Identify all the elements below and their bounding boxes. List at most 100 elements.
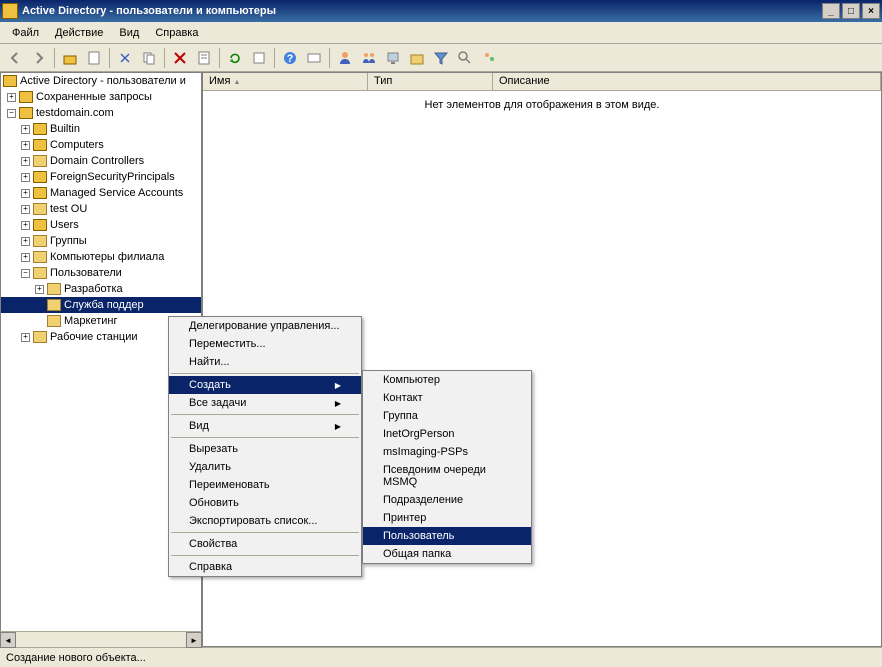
tree-computers[interactable]: +Computers	[1, 137, 201, 153]
titlebar: Active Directory - пользователи и компью…	[0, 0, 882, 22]
svg-text:?: ?	[287, 53, 294, 65]
expander-icon[interactable]: +	[35, 285, 44, 294]
ctx-export[interactable]: Экспортировать список...	[169, 512, 361, 530]
menu-file[interactable]: Файл	[4, 25, 47, 41]
menu-help[interactable]: Справка	[147, 25, 206, 41]
ctx-alltasks[interactable]: Все задачи▶	[169, 394, 361, 412]
col-type[interactable]: Тип	[368, 73, 493, 90]
statusbar: Создание нового объекта...	[0, 647, 882, 667]
menubar: Файл Действие Вид Справка	[0, 22, 882, 44]
window-title: Active Directory - пользователи и компью…	[22, 5, 820, 17]
expander-icon[interactable]: +	[21, 333, 30, 342]
ou-icon[interactable]	[406, 47, 428, 69]
expander-icon[interactable]: +	[7, 93, 16, 102]
close-button[interactable]: ×	[862, 3, 880, 19]
list-header: Имя ▲ Тип Описание	[203, 73, 881, 91]
tree-users[interactable]: +Users	[1, 217, 201, 233]
last-icon[interactable]	[478, 47, 500, 69]
cut-button[interactable]	[114, 47, 136, 69]
export-button[interactable]	[248, 47, 270, 69]
properties-button[interactable]	[83, 47, 105, 69]
props-button[interactable]	[193, 47, 215, 69]
sub-msimaging[interactable]: msImaging-PSPs	[363, 443, 531, 461]
expander-icon[interactable]: +	[21, 189, 30, 198]
app-icon	[2, 3, 18, 19]
tree-fsp[interactable]: +ForeignSecurityPrincipals	[1, 169, 201, 185]
sub-user[interactable]: Пользователь	[363, 527, 531, 545]
ctx-properties[interactable]: Свойства	[169, 535, 361, 553]
refresh-button[interactable]	[224, 47, 246, 69]
expander-icon[interactable]: +	[21, 205, 30, 214]
expander-icon[interactable]: +	[21, 125, 30, 134]
empty-message: Нет элементов для отображения в этом вид…	[203, 91, 881, 111]
col-name[interactable]: Имя ▲	[203, 73, 368, 90]
ctx-rename[interactable]: Переименовать	[169, 476, 361, 494]
sub-contact[interactable]: Контакт	[363, 389, 531, 407]
tree-domain-controllers[interactable]: +Domain Controllers	[1, 153, 201, 169]
expander-icon[interactable]: +	[21, 141, 30, 150]
expander-icon[interactable]: +	[21, 253, 30, 262]
toolbar: ?	[0, 44, 882, 72]
expander-icon[interactable]: −	[7, 109, 16, 118]
ctx-find[interactable]: Найти...	[169, 353, 361, 371]
menu-view[interactable]: Вид	[111, 25, 147, 41]
chevron-right-icon: ▶	[335, 381, 341, 390]
sub-computer[interactable]: Компьютер	[363, 371, 531, 389]
filter-icon[interactable]	[430, 47, 452, 69]
sub-shared[interactable]: Общая папка	[363, 545, 531, 563]
ctx-create[interactable]: Создать▶	[169, 376, 361, 394]
menu-action[interactable]: Действие	[47, 25, 111, 41]
user-icon[interactable]	[334, 47, 356, 69]
expander-icon[interactable]: +	[21, 237, 30, 246]
sub-printer[interactable]: Принтер	[363, 509, 531, 527]
sub-ou[interactable]: Подразделение	[363, 491, 531, 509]
sub-msmq[interactable]: Псевдоним очереди MSMQ	[363, 461, 531, 491]
chevron-right-icon: ▶	[335, 399, 341, 408]
expander-icon[interactable]: +	[21, 221, 30, 230]
tree-branch-computers[interactable]: +Компьютеры филиала	[1, 249, 201, 265]
maximize-button[interactable]: □	[842, 3, 860, 19]
ctx-delegate[interactable]: Делегирование управления...	[169, 317, 361, 335]
copy-button[interactable]	[138, 47, 160, 69]
help-button[interactable]: ?	[279, 47, 301, 69]
scroll-left-button[interactable]: ◄	[0, 632, 16, 648]
search-icon[interactable]	[454, 47, 476, 69]
context-menu: Делегирование управления... Переместить.…	[168, 316, 362, 577]
forward-button[interactable]	[28, 47, 50, 69]
tree-dev[interactable]: +Разработка	[1, 281, 201, 297]
minimize-button[interactable]: _	[822, 3, 840, 19]
ctx-cut[interactable]: Вырезать	[169, 440, 361, 458]
ctx-view[interactable]: Вид▶	[169, 417, 361, 435]
tree-testou[interactable]: +test OU	[1, 201, 201, 217]
back-button[interactable]	[4, 47, 26, 69]
delete-button[interactable]	[169, 47, 191, 69]
ctx-refresh[interactable]: Обновить	[169, 494, 361, 512]
find-button[interactable]	[303, 47, 325, 69]
ctx-delete[interactable]: Удалить	[169, 458, 361, 476]
col-desc[interactable]: Описание	[493, 73, 881, 90]
tree-groups[interactable]: +Группы	[1, 233, 201, 249]
tree-msa[interactable]: +Managed Service Accounts	[1, 185, 201, 201]
up-button[interactable]	[59, 47, 81, 69]
status-text: Создание нового объекта...	[6, 652, 146, 664]
tree-builtin[interactable]: +Builtin	[1, 121, 201, 137]
create-submenu: Компьютер Контакт Группа InetOrgPerson m…	[362, 370, 532, 564]
users-icon[interactable]	[358, 47, 380, 69]
tree-support[interactable]: Служба поддер	[1, 297, 201, 313]
tree-domain[interactable]: −testdomain.com	[1, 105, 201, 121]
ctx-move[interactable]: Переместить...	[169, 335, 361, 353]
tree-users-folder[interactable]: −Пользователи	[1, 265, 201, 281]
ctx-help[interactable]: Справка	[169, 558, 361, 576]
scroll-track[interactable]	[16, 632, 186, 647]
tree-root[interactable]: Active Directory - пользователи и	[1, 73, 201, 89]
expander-icon[interactable]: +	[21, 157, 30, 166]
computer-icon[interactable]	[382, 47, 404, 69]
scroll-right-button[interactable]: ►	[186, 632, 202, 648]
expander-icon[interactable]: +	[21, 173, 30, 182]
sub-group[interactable]: Группа	[363, 407, 531, 425]
expander-icon[interactable]: −	[21, 269, 30, 278]
chevron-right-icon: ▶	[335, 422, 341, 431]
tree-scrollbar[interactable]: ◄ ►	[0, 631, 202, 647]
sub-inetorg[interactable]: InetOrgPerson	[363, 425, 531, 443]
tree-saved-queries[interactable]: +Сохраненные запросы	[1, 89, 201, 105]
